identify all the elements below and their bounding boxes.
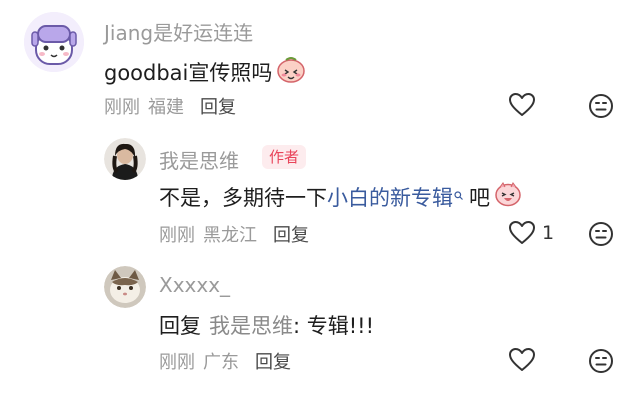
comment-text-before: 不是，多期待一下 bbox=[159, 185, 327, 210]
username[interactable]: Jiang是好运连连 bbox=[104, 17, 253, 46]
dislike-button[interactable] bbox=[588, 93, 614, 123]
like-button[interactable] bbox=[508, 347, 542, 373]
location: 广东 bbox=[203, 352, 239, 373]
comment-text-after: 吧 bbox=[469, 185, 490, 210]
heart-outline-icon bbox=[509, 93, 535, 116]
location: 黑龙江 bbox=[203, 225, 257, 246]
like-button[interactable] bbox=[508, 92, 542, 118]
timestamp: 刚刚 bbox=[159, 225, 195, 246]
dislike-face-icon bbox=[589, 94, 613, 118]
avatar[interactable] bbox=[104, 266, 146, 308]
avatar[interactable] bbox=[24, 12, 84, 72]
comment-text: 不是，多期待一下 小白的新专辑 吧 bbox=[159, 181, 522, 212]
search-link[interactable]: 小白的新专辑 bbox=[327, 182, 453, 212]
dislike-button[interactable] bbox=[588, 221, 614, 251]
comment-text-after: : 专辑!!! bbox=[293, 314, 375, 338]
comment-text-body: goodbai宣传照吗 bbox=[104, 60, 273, 85]
reply-button[interactable]: 回复 bbox=[200, 93, 236, 119]
comment-text: goodbai宣传照吗 bbox=[104, 55, 306, 88]
comment-text: 回复 我是思维 : 专辑!!! bbox=[159, 310, 374, 340]
username[interactable]: 我是思维 bbox=[159, 145, 239, 174]
comment-meta: 刚刚 黑龙江 回复 bbox=[159, 221, 309, 247]
dislike-button[interactable] bbox=[588, 348, 614, 378]
heart-outline-icon bbox=[509, 221, 535, 244]
reply-button[interactable]: 回复 bbox=[273, 221, 309, 247]
dislike-face-icon bbox=[589, 222, 613, 246]
timestamp: 刚刚 bbox=[159, 352, 195, 373]
mention-link[interactable]: 我是思维 bbox=[209, 310, 293, 340]
blush-emoji-icon bbox=[276, 55, 306, 88]
avatar[interactable] bbox=[104, 138, 146, 180]
search-mini-icon bbox=[454, 190, 463, 203]
reply-button[interactable]: 回复 bbox=[255, 348, 291, 374]
location: 福建 bbox=[148, 97, 184, 118]
timestamp: 刚刚 bbox=[104, 97, 140, 118]
comment-meta: 刚刚 福建 回复 bbox=[104, 93, 236, 119]
author-badge: 作者 bbox=[262, 145, 307, 169]
dislike-face-icon bbox=[589, 349, 613, 373]
heart-outline-icon bbox=[509, 348, 535, 371]
like-count: 1 bbox=[542, 222, 555, 244]
laughing-emoji-icon bbox=[494, 181, 522, 212]
username[interactable]: Xxxxx_ bbox=[159, 273, 230, 297]
comment-meta: 刚刚 广东 回复 bbox=[159, 348, 291, 374]
reply-prefix: 回复 bbox=[159, 314, 201, 338]
like-button[interactable]: 1 bbox=[508, 220, 554, 246]
